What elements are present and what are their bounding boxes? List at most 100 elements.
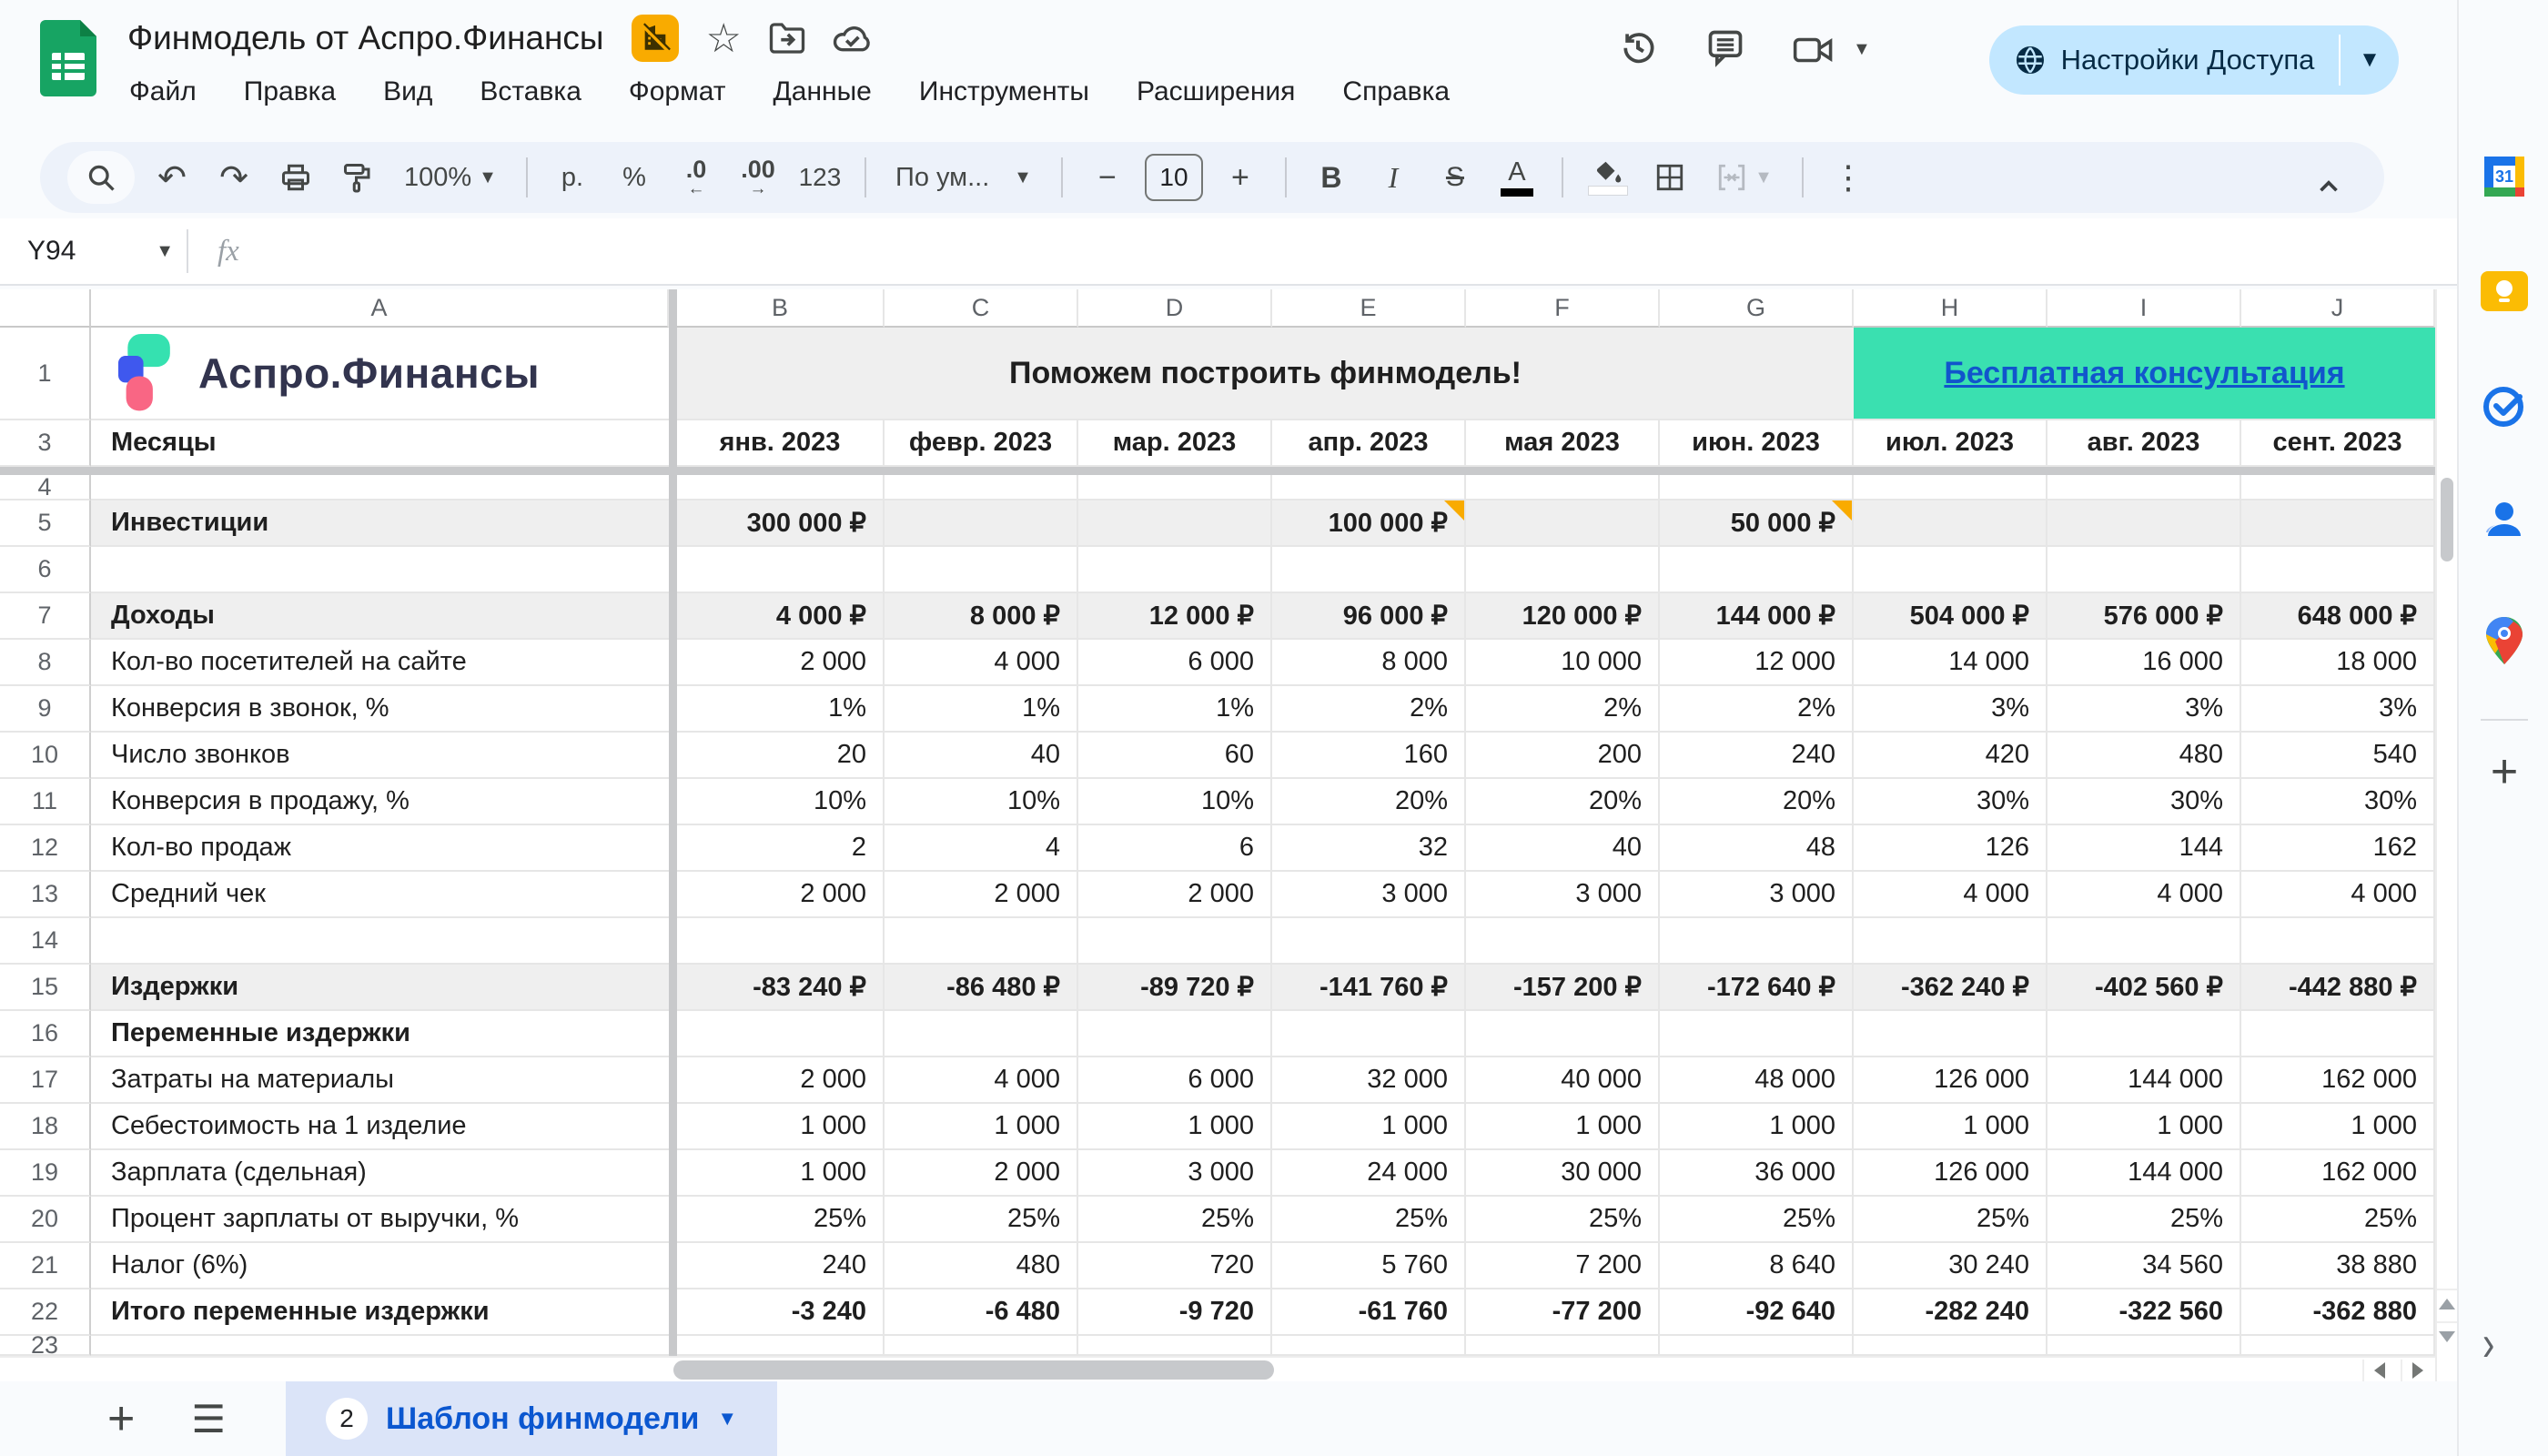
cell[interactable]: 25% <box>677 1197 885 1243</box>
cell[interactable] <box>2048 918 2241 965</box>
cell[interactable]: февр. 2023 <box>885 420 1078 467</box>
cell[interactable] <box>2241 475 2435 500</box>
redo-icon[interactable]: ↷ <box>209 151 258 204</box>
cell[interactable]: 504 000 ₽ <box>1854 593 2048 640</box>
row-header[interactable]: 8 <box>0 640 91 686</box>
share-button[interactable]: Настройки Доступа ▼ <box>1989 25 2399 95</box>
cell[interactable]: 720 <box>1078 1243 1272 1289</box>
cell[interactable]: 6 <box>1078 825 1272 872</box>
cell[interactable]: сент. 2023 <box>2241 420 2435 467</box>
cell[interactable]: 25% <box>1660 1197 1854 1243</box>
cell[interactable]: 40 <box>885 733 1078 779</box>
cell[interactable] <box>1466 547 1660 593</box>
cell[interactable] <box>2241 918 2435 965</box>
format-percent-button[interactable]: % <box>610 151 659 204</box>
menu-extensions[interactable]: Расширения <box>1137 76 1295 107</box>
cell[interactable]: 3% <box>1854 686 2048 733</box>
cell[interactable]: апр. 2023 <box>1272 420 1466 467</box>
cell[interactable]: 8 000 <box>1272 640 1466 686</box>
cell[interactable]: -362 880 <box>2241 1289 2435 1336</box>
cell[interactable]: мая 2023 <box>1466 420 1660 467</box>
row-label-cell[interactable]: Доходы <box>91 593 669 640</box>
cell[interactable] <box>1272 547 1466 593</box>
cell[interactable]: 1% <box>885 686 1078 733</box>
row-header[interactable]: 18 <box>0 1104 91 1150</box>
cell[interactable]: 10% <box>677 779 885 825</box>
cell[interactable]: 20% <box>1466 779 1660 825</box>
row-header[interactable]: 4 <box>0 475 91 500</box>
cell[interactable]: 1 000 <box>1466 1104 1660 1150</box>
cell[interactable]: янв. 2023 <box>677 420 885 467</box>
cell[interactable] <box>2048 547 2241 593</box>
cell[interactable]: 25% <box>885 1197 1078 1243</box>
vertical-scrollbar-thumb[interactable] <box>2441 478 2453 561</box>
cell[interactable] <box>1466 918 1660 965</box>
cell[interactable]: -89 720 ₽ <box>1078 965 1272 1011</box>
row-label-cell[interactable]: Зарплата (сдельная) <box>91 1150 669 1197</box>
cell[interactable]: 25% <box>1854 1197 2048 1243</box>
cell[interactable] <box>1660 1336 1854 1356</box>
comments-icon[interactable] <box>1705 27 1745 72</box>
cell[interactable]: 2 000 <box>677 640 885 686</box>
video-call-caret[interactable]: ▼ <box>1853 39 1871 60</box>
row-header[interactable]: 17 <box>0 1057 91 1104</box>
cell[interactable]: 1 000 <box>1854 1104 2048 1150</box>
cell[interactable]: 2 <box>677 825 885 872</box>
cell[interactable] <box>1078 475 1272 500</box>
add-sheet-button[interactable]: + <box>107 1391 135 1446</box>
cell[interactable] <box>2048 1336 2241 1356</box>
cell[interactable]: 3 000 <box>1660 872 1854 918</box>
cell[interactable] <box>1078 1336 1272 1356</box>
row-header[interactable]: 3 <box>0 420 91 467</box>
cell[interactable] <box>2241 1336 2435 1356</box>
sheet-tab-active[interactable]: 2 Шаблон финмодели ▼ <box>286 1381 777 1456</box>
tab-caret[interactable]: ▼ <box>717 1407 737 1431</box>
cell[interactable]: 4 <box>885 825 1078 872</box>
cell[interactable]: 120 000 ₽ <box>1466 593 1660 640</box>
cell[interactable] <box>1466 1336 1660 1356</box>
cell[interactable]: 25% <box>1078 1197 1272 1243</box>
row-header[interactable]: 10 <box>0 733 91 779</box>
cell[interactable]: 480 <box>885 1243 1078 1289</box>
row-label-cell[interactable] <box>91 547 669 593</box>
cell[interactable] <box>1660 547 1854 593</box>
decrease-decimal-button[interactable]: .0← <box>672 151 721 204</box>
menu-view[interactable]: Вид <box>383 76 432 107</box>
get-addons-button[interactable]: + <box>2479 746 2530 797</box>
column-header[interactable]: G <box>1660 289 1854 328</box>
cell[interactable]: Аспро.Финансы <box>91 328 669 420</box>
cell[interactable]: 4 000 <box>885 640 1078 686</box>
cell[interactable]: 8 000 ₽ <box>885 593 1078 640</box>
cell[interactable] <box>885 1336 1078 1356</box>
row-label-cell[interactable]: Кол-во продаж <box>91 825 669 872</box>
cell[interactable]: 38 880 <box>2241 1243 2435 1289</box>
cell[interactable]: -3 240 <box>677 1289 885 1336</box>
cell[interactable]: 2 000 <box>885 872 1078 918</box>
cell[interactable]: -6 480 <box>885 1289 1078 1336</box>
cell[interactable]: 1 000 <box>1272 1104 1466 1150</box>
cell[interactable] <box>1854 475 2048 500</box>
cell[interactable] <box>1466 500 1660 547</box>
cell[interactable]: 4 000 <box>2048 872 2241 918</box>
row-label-cell[interactable]: Конверсия в продажу, % <box>91 779 669 825</box>
cell[interactable]: 540 <box>2241 733 2435 779</box>
cell[interactable]: 2 000 <box>1078 872 1272 918</box>
increase-font-size-button[interactable]: + <box>1216 151 1265 204</box>
cell[interactable]: 3% <box>2048 686 2241 733</box>
row-header[interactable]: 1 <box>0 328 91 420</box>
cell[interactable]: 2 000 <box>677 1057 885 1104</box>
cell[interactable]: 144 000 ₽ <box>1660 593 1854 640</box>
row-label-cell[interactable]: Налог (6%) <box>91 1243 669 1289</box>
row-header[interactable]: 5 <box>0 500 91 547</box>
cell[interactable]: 2 000 <box>677 872 885 918</box>
cell[interactable]: 34 560 <box>2048 1243 2241 1289</box>
cell[interactable]: 144 <box>2048 825 2241 872</box>
cell[interactable] <box>1272 918 1466 965</box>
cell[interactable]: 300 000 ₽ <box>677 500 885 547</box>
cell[interactable]: 12 000 <box>1660 640 1854 686</box>
workspace-status-icon[interactable] <box>632 15 679 62</box>
cell[interactable]: 1 000 <box>885 1104 1078 1150</box>
row-header[interactable]: 11 <box>0 779 91 825</box>
cell[interactable] <box>2241 547 2435 593</box>
cell[interactable]: 50 000 ₽ <box>1660 500 1854 547</box>
